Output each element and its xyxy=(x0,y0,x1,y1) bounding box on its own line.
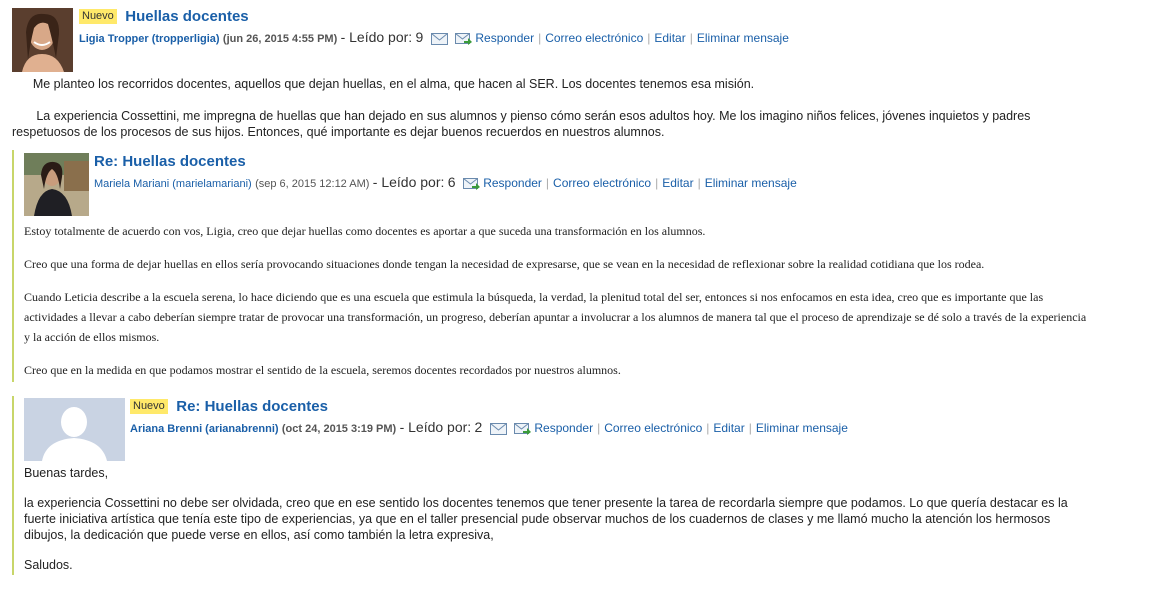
new-badge: Nuevo xyxy=(79,9,117,24)
thread-indent-line xyxy=(12,150,14,382)
author-link[interactable]: Ligia Tropper (tropperligia) xyxy=(79,33,220,45)
delete-message-link[interactable]: Eliminar mensaje xyxy=(756,421,848,435)
post-header: Nuevo Huellas docentes Ligia Tropper (tr… xyxy=(79,8,789,47)
post-meta: Mariela Mariani (marielamariani) (sep 6,… xyxy=(94,174,797,190)
thread-indent-line xyxy=(12,396,14,575)
post-date: (jun 26, 2015 4:55 PM) xyxy=(222,33,338,45)
post-body: Estoy totalmente de acuerdo con vos, Lig… xyxy=(24,221,1094,393)
new-badge: Nuevo xyxy=(130,399,168,414)
author-link[interactable]: Mariela Mariani (marielamariani) xyxy=(94,178,252,190)
post-paragraph: Cuando Leticia describe a la escuela ser… xyxy=(24,290,1087,344)
post-header: Nuevo Re: Huellas docentes Ariana Brenni… xyxy=(130,398,848,437)
read-by-label: - Leído por: xyxy=(372,174,445,190)
reply-mail-icon[interactable] xyxy=(514,421,532,435)
portrait-photo-icon xyxy=(12,8,73,72)
post-title-link[interactable]: Huellas docentes xyxy=(125,8,248,25)
post-paragraph: La experiencia Cossettini, me impregna d… xyxy=(12,109,1034,139)
post-paragraph: Saludos. xyxy=(24,558,73,572)
post-date: (sep 6, 2015 12:12 AM) xyxy=(255,178,370,190)
delete-message-link[interactable]: Eliminar mensaje xyxy=(705,176,797,190)
post-body: Buenas tardes, la experiencia Cossettini… xyxy=(24,465,1094,589)
edit-link[interactable]: Editar xyxy=(713,421,744,435)
email-link[interactable]: Correo electrónico xyxy=(604,421,702,435)
post-paragraph: Estoy totalmente de acuerdo con vos, Lig… xyxy=(24,224,706,238)
author-link[interactable]: Ariana Brenni (arianabrenni) xyxy=(130,423,279,435)
reply-link[interactable]: Responder xyxy=(475,31,534,45)
post-paragraph: Me planteo los recorridos docentes, aque… xyxy=(12,77,755,91)
edit-link[interactable]: Editar xyxy=(662,176,693,190)
post-paragraph: Creo que una forma de dejar huellas en e… xyxy=(24,257,985,271)
read-count: 6 xyxy=(447,174,456,190)
email-link[interactable]: Correo electrónico xyxy=(553,176,651,190)
read-count: 2 xyxy=(474,419,483,435)
post-header: Re: Huellas docentes Mariela Mariani (ma… xyxy=(94,153,797,192)
reply-mail-icon[interactable] xyxy=(455,31,473,45)
reply-link[interactable]: Responder xyxy=(483,176,542,190)
post-paragraph: Creo que en la medida en que podamos mos… xyxy=(24,363,621,377)
read-by-label: - Leído por: xyxy=(399,419,472,435)
default-user-icon xyxy=(24,398,125,461)
post-body: Me planteo los recorridos docentes, aque… xyxy=(12,76,1092,156)
envelope-icon[interactable] xyxy=(489,423,507,435)
email-link[interactable]: Correo electrónico xyxy=(545,31,643,45)
delete-message-link[interactable]: Eliminar mensaje xyxy=(697,31,789,45)
post-date: (oct 24, 2015 3:19 PM) xyxy=(281,423,397,435)
post-meta: Ariana Brenni (arianabrenni) (oct 24, 20… xyxy=(130,419,848,435)
post-paragraph: Buenas tardes, xyxy=(24,466,109,480)
reply-link[interactable]: Responder xyxy=(534,421,593,435)
reply-mail-icon[interactable] xyxy=(462,176,480,190)
read-by-label: - Leído por: xyxy=(340,29,413,45)
avatar-ligia[interactable] xyxy=(12,8,73,72)
post-title-link[interactable]: Re: Huellas docentes xyxy=(176,398,328,415)
read-count: 9 xyxy=(415,29,424,45)
edit-link[interactable]: Editar xyxy=(654,31,685,45)
avatar-mariela[interactable] xyxy=(24,153,89,216)
portrait-photo-icon xyxy=(24,153,89,216)
post-paragraph: la experiencia Cossettini no debe ser ol… xyxy=(24,496,1068,542)
envelope-icon[interactable] xyxy=(430,33,448,45)
post-title-link[interactable]: Re: Huellas docentes xyxy=(94,153,246,170)
post-meta: Ligia Tropper (tropperligia) (jun 26, 20… xyxy=(79,29,789,45)
avatar-placeholder[interactable] xyxy=(24,398,125,461)
